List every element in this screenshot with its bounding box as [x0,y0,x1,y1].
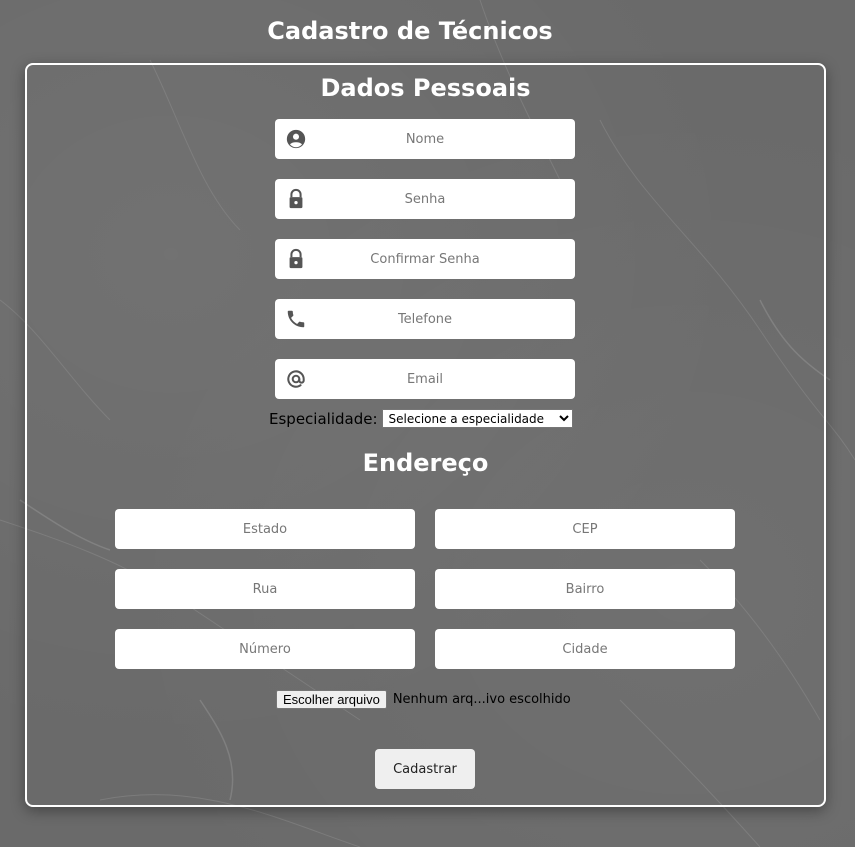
telefone-field[interactable] [275,299,575,339]
bairro-field[interactable] [435,569,735,609]
telefone-input[interactable] [275,299,575,339]
cidade-field[interactable] [435,629,735,669]
estado-input[interactable] [115,509,415,549]
senha-input[interactable] [275,179,575,219]
nome-input[interactable] [275,119,575,159]
file-status-text: Nenhum arq...ivo escolhido [392,692,571,707]
email-field[interactable] [275,359,575,399]
especialidade-row: Especialidade: Selecione a especialidade [269,409,573,428]
dados-pessoais-heading: Dados Pessoais [320,74,531,102]
numero-field[interactable] [115,629,415,669]
estado-field[interactable] [115,509,415,549]
lock-icon [285,248,307,270]
at-sign-icon [285,368,307,390]
especialidade-select[interactable]: Selecione a especialidade [381,409,573,428]
email-input[interactable] [275,359,575,399]
confirmar-senha-input[interactable] [275,239,575,279]
endereco-heading: Endereço [362,449,489,477]
numero-input[interactable] [115,629,415,669]
choose-file-button[interactable]: Escolher arquivo [276,690,387,709]
senha-field[interactable] [275,179,575,219]
cep-field[interactable] [435,509,735,549]
user-circle-icon [285,128,307,150]
confirmar-senha-field[interactable] [275,239,575,279]
page-title: Cadastro de Técnicos [267,17,553,45]
phone-icon [285,308,307,330]
cadastrar-button[interactable]: Cadastrar [375,749,475,789]
rua-field[interactable] [115,569,415,609]
nome-field[interactable] [275,119,575,159]
lock-icon [285,188,307,210]
rua-input[interactable] [115,569,415,609]
bairro-input[interactable] [435,569,735,609]
cep-input[interactable] [435,509,735,549]
especialidade-label: Especialidade: [269,409,378,428]
cidade-input[interactable] [435,629,735,669]
file-upload: Escolher arquivo Nenhum arq...ivo escolh… [276,690,571,709]
